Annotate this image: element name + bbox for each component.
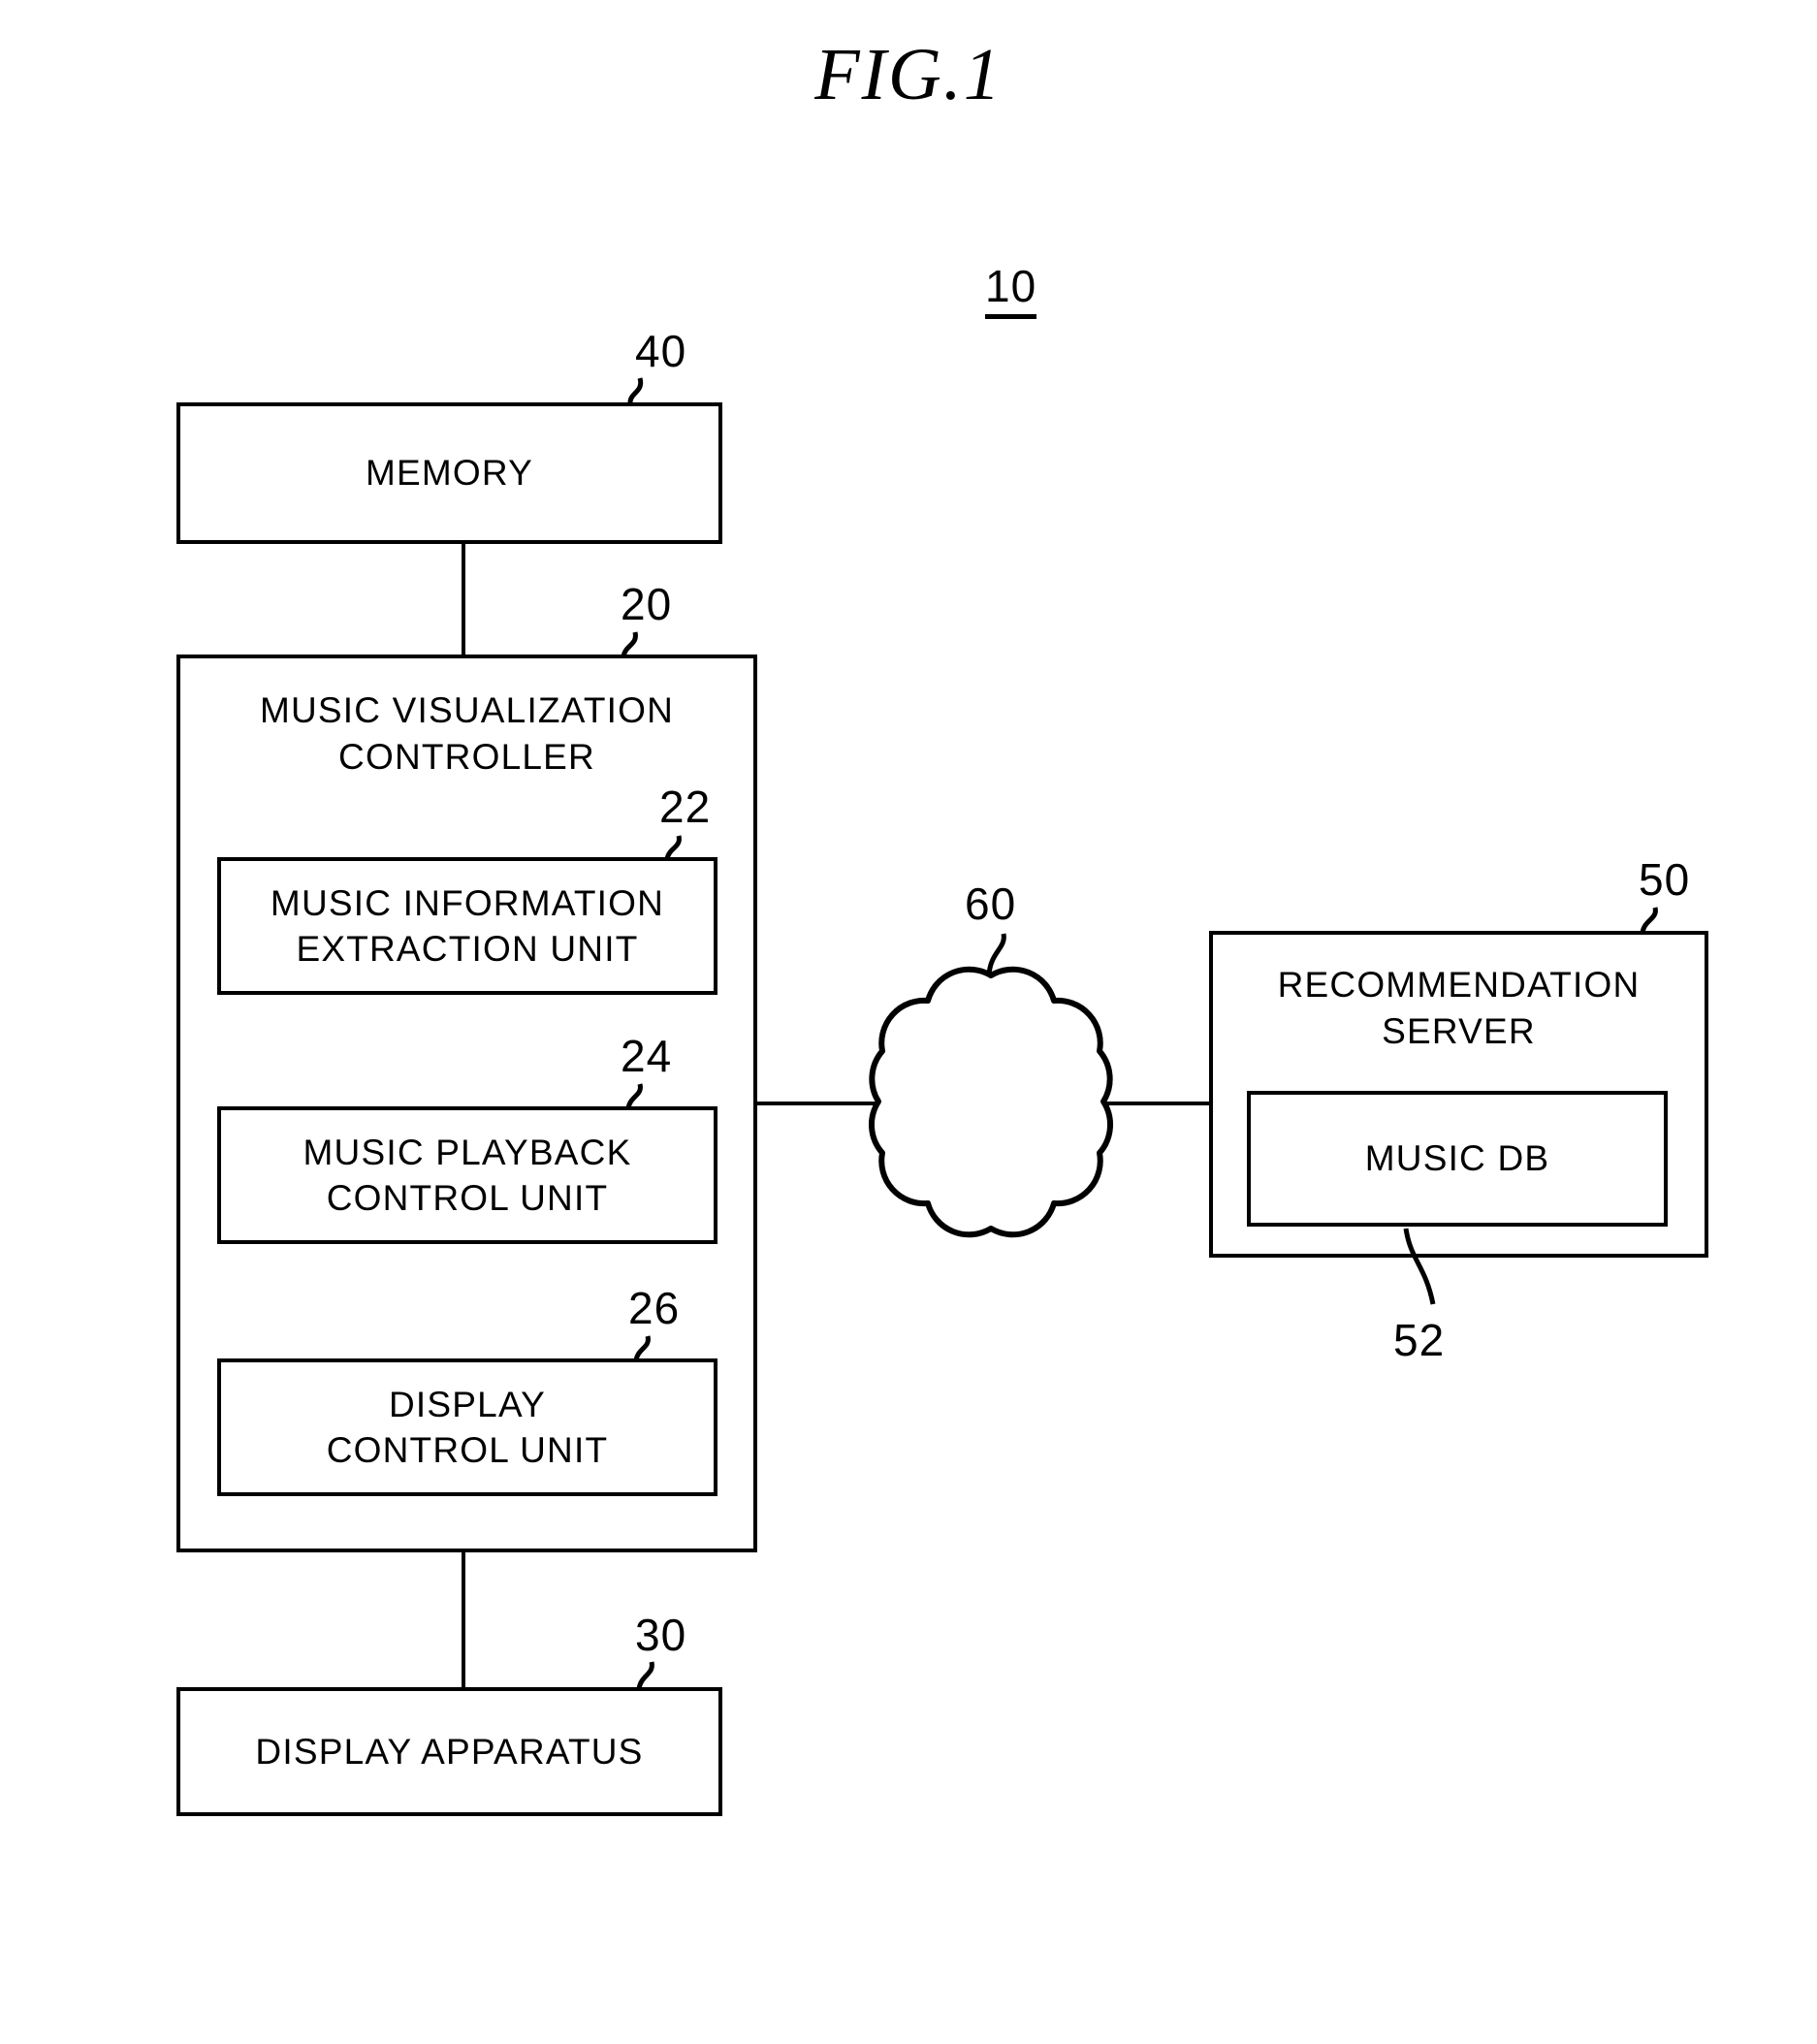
music-information-extraction-unit-block: MUSIC INFORMATION EXTRACTION UNIT bbox=[217, 857, 717, 995]
display-control-unit-block: DISPLAY CONTROL UNIT bbox=[217, 1358, 717, 1496]
figure-page: FIG.1 10 MEMORY 40 MUSIC VISUALIZATION C… bbox=[0, 0, 1817, 2044]
reference-numeral-24: 24 bbox=[621, 1031, 673, 1081]
reference-numeral-52: 52 bbox=[1393, 1315, 1446, 1365]
reference-numeral-22: 22 bbox=[659, 782, 712, 832]
reference-numeral-50: 50 bbox=[1639, 854, 1691, 905]
music-db-label: MUSIC DB bbox=[1364, 1138, 1550, 1179]
reference-numeral-60: 60 bbox=[965, 878, 1017, 929]
display-apparatus-block: DISPLAY APPARATUS bbox=[176, 1687, 722, 1816]
leader-line-50 bbox=[1640, 907, 1658, 934]
display-control-unit-label: DISPLAY CONTROL UNIT bbox=[326, 1384, 609, 1470]
music-playback-control-unit-block: MUSIC PLAYBACK CONTROL UNIT bbox=[217, 1106, 717, 1244]
playback-unit-label: MUSIC PLAYBACK CONTROL UNIT bbox=[303, 1132, 632, 1218]
reference-numeral-10: 10 bbox=[985, 260, 1037, 319]
connector-memory-to-controller bbox=[462, 541, 465, 657]
recommendation-server-label: RECOMMENDATION SERVER bbox=[1277, 965, 1641, 1052]
display-apparatus-label: DISPLAY APPARATUS bbox=[255, 1731, 644, 1772]
controller-label: MUSIC VISUALIZATION CONTROLLER bbox=[259, 690, 675, 778]
leader-line-20 bbox=[621, 631, 638, 657]
reference-numeral-30: 30 bbox=[635, 1610, 687, 1660]
reference-numeral-26: 26 bbox=[628, 1283, 681, 1333]
leader-line-60 bbox=[986, 933, 1006, 976]
leader-line-30 bbox=[636, 1661, 654, 1690]
network-label: NETWORK bbox=[895, 1078, 1087, 1118]
reference-numeral-20: 20 bbox=[621, 579, 673, 629]
figure-title: FIG.1 bbox=[814, 34, 1003, 115]
connector-controller-to-display-apparatus bbox=[462, 1549, 465, 1690]
reference-numeral-40: 40 bbox=[635, 326, 687, 376]
leader-line-40 bbox=[627, 377, 644, 403]
memory-block: MEMORY bbox=[176, 402, 722, 544]
extraction-unit-label: MUSIC INFORMATION EXTRACTION UNIT bbox=[270, 882, 665, 969]
memory-label: MEMORY bbox=[365, 453, 534, 494]
music-db-block: MUSIC DB bbox=[1247, 1091, 1668, 1227]
